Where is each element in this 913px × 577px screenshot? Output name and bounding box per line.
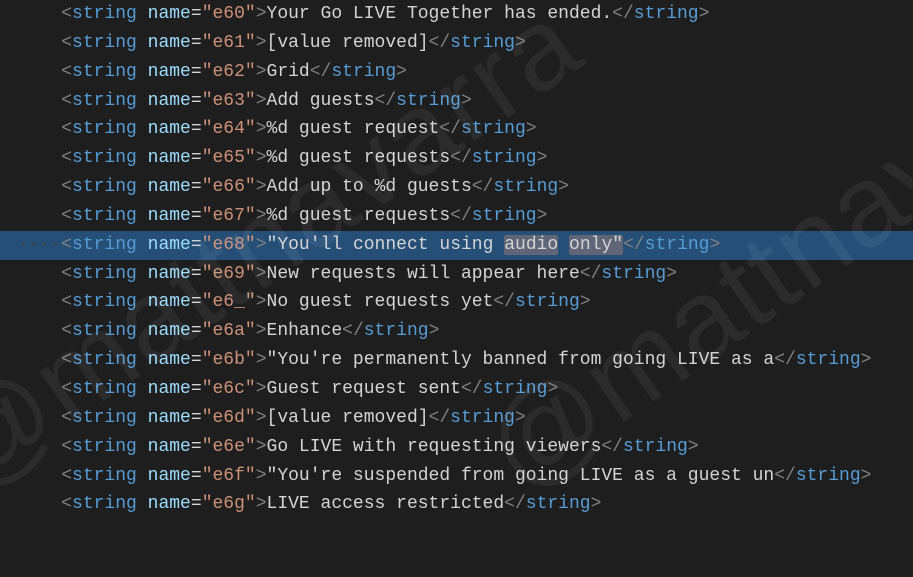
xml-tag-close: string (645, 235, 710, 255)
code-line[interactable]: <string name="e63">Add guests</string> (0, 87, 913, 116)
xml-attr-name: name (148, 119, 191, 139)
xml-attr-name: name (148, 235, 191, 255)
xml-tag: string (72, 206, 137, 226)
xml-tag-close: string (796, 350, 861, 370)
xml-attr-name: name (148, 206, 191, 226)
code-line[interactable]: <string name="e67">%d guest requests</st… (0, 202, 913, 231)
xml-attr-value: "e65" (202, 148, 256, 168)
code-line[interactable]: <string name="e6_">No guest requests yet… (0, 288, 913, 317)
xml-tag-close: string (623, 437, 688, 457)
code-line[interactable]: <string name="e6a">Enhance</string> (0, 317, 913, 346)
xml-attr-value: "e6g" (202, 494, 256, 514)
code-line[interactable]: <string name="e6d">[value removed]</stri… (0, 404, 913, 433)
xml-attr-value: "e69" (202, 264, 256, 284)
xml-attr-value: "e6c" (202, 379, 256, 399)
xml-attr-value: "e64" (202, 119, 256, 139)
code-line[interactable]: <string name="e61">[value removed]</stri… (0, 29, 913, 58)
xml-attr-value: "e61" (202, 33, 256, 53)
code-line[interactable]: <string name="e6g">LIVE access restricte… (0, 490, 913, 519)
xml-tag: string (72, 4, 137, 24)
xml-tag-close: string (331, 62, 396, 82)
xml-attr-value: "e66" (202, 177, 256, 197)
xml-attr-name: name (148, 4, 191, 24)
xml-tag-close: string (461, 119, 526, 139)
xml-tag: string (72, 292, 137, 312)
xml-attr-name: name (148, 148, 191, 168)
xml-attr-value: "e6e" (202, 437, 256, 457)
xml-attr-name: name (148, 264, 191, 284)
xml-tag-close: string (450, 33, 515, 53)
xml-attr-value: "e6_" (202, 292, 256, 312)
xml-tag: string (72, 148, 137, 168)
xml-attr-name: name (148, 379, 191, 399)
xml-attr-value: "e62" (202, 62, 256, 82)
xml-attr-name: name (148, 350, 191, 370)
xml-tag-close: string (493, 177, 558, 197)
xml-tag: string (72, 119, 137, 139)
xml-tag: string (72, 264, 137, 284)
code-line[interactable]: <string name="e66">Add up to %d guests</… (0, 173, 913, 202)
xml-attr-name: name (148, 292, 191, 312)
xml-tag: string (72, 177, 137, 197)
xml-attr-name: name (148, 177, 191, 197)
xml-tag-close: string (396, 91, 461, 111)
xml-tag-close: string (450, 408, 515, 428)
code-line[interactable]: <string name="e6f">"You're suspended fro… (0, 462, 913, 491)
xml-tag: string (72, 62, 137, 82)
code-line[interactable]: <string name="e60">Your Go LIVE Together… (0, 0, 913, 29)
code-line[interactable]: ····<string name="e68">"You'll connect u… (0, 231, 913, 260)
xml-attr-value: "e6d" (202, 408, 256, 428)
xml-tag: string (72, 466, 137, 486)
xml-tag-close: string (515, 292, 580, 312)
xml-tag-close: string (634, 4, 699, 24)
code-editor[interactable]: <string name="e60">Your Go LIVE Together… (0, 0, 913, 519)
xml-attr-name: name (148, 437, 191, 457)
xml-tag-close: string (601, 264, 666, 284)
xml-attr-value: "e6a" (202, 321, 256, 341)
code-line[interactable]: <string name="e65">%d guest requests</st… (0, 144, 913, 173)
xml-attr-name: name (148, 321, 191, 341)
xml-attr-value: "e6b" (202, 350, 256, 370)
xml-tag-close: string (472, 206, 537, 226)
xml-attr-value: "e63" (202, 91, 256, 111)
xml-tag: string (72, 350, 137, 370)
xml-attr-name: name (148, 91, 191, 111)
code-line[interactable]: <string name="e64">%d guest request</str… (0, 115, 913, 144)
xml-attr-name: name (148, 466, 191, 486)
xml-attr-value: "e68" (202, 235, 256, 255)
xml-attr-value: "e6f" (202, 466, 256, 486)
xml-attr-name: name (148, 62, 191, 82)
code-line[interactable]: <string name="e6c">Guest request sent</s… (0, 375, 913, 404)
xml-tag: string (72, 321, 137, 341)
xml-tag: string (72, 33, 137, 53)
xml-tag-close: string (364, 321, 429, 341)
xml-attr-name: name (148, 494, 191, 514)
xml-tag: string (72, 235, 137, 255)
xml-tag: string (72, 91, 137, 111)
xml-tag: string (72, 379, 137, 399)
code-line[interactable]: <string name="e6e">Go LIVE with requesti… (0, 433, 913, 462)
xml-attr-value: "e60" (202, 4, 256, 24)
xml-tag-close: string (483, 379, 548, 399)
xml-attr-name: name (148, 33, 191, 53)
xml-tag-close: string (472, 148, 537, 168)
code-line[interactable]: <string name="e6b">"You're permanently b… (0, 346, 913, 375)
code-line[interactable]: <string name="e69">New requests will app… (0, 260, 913, 289)
xml-tag: string (72, 494, 137, 514)
xml-attr-name: name (148, 408, 191, 428)
code-line[interactable]: <string name="e62">Grid</string> (0, 58, 913, 87)
xml-tag-close: string (526, 494, 591, 514)
xml-attr-value: "e67" (202, 206, 256, 226)
xml-tag: string (72, 437, 137, 457)
xml-tag: string (72, 408, 137, 428)
xml-tag-close: string (796, 466, 861, 486)
